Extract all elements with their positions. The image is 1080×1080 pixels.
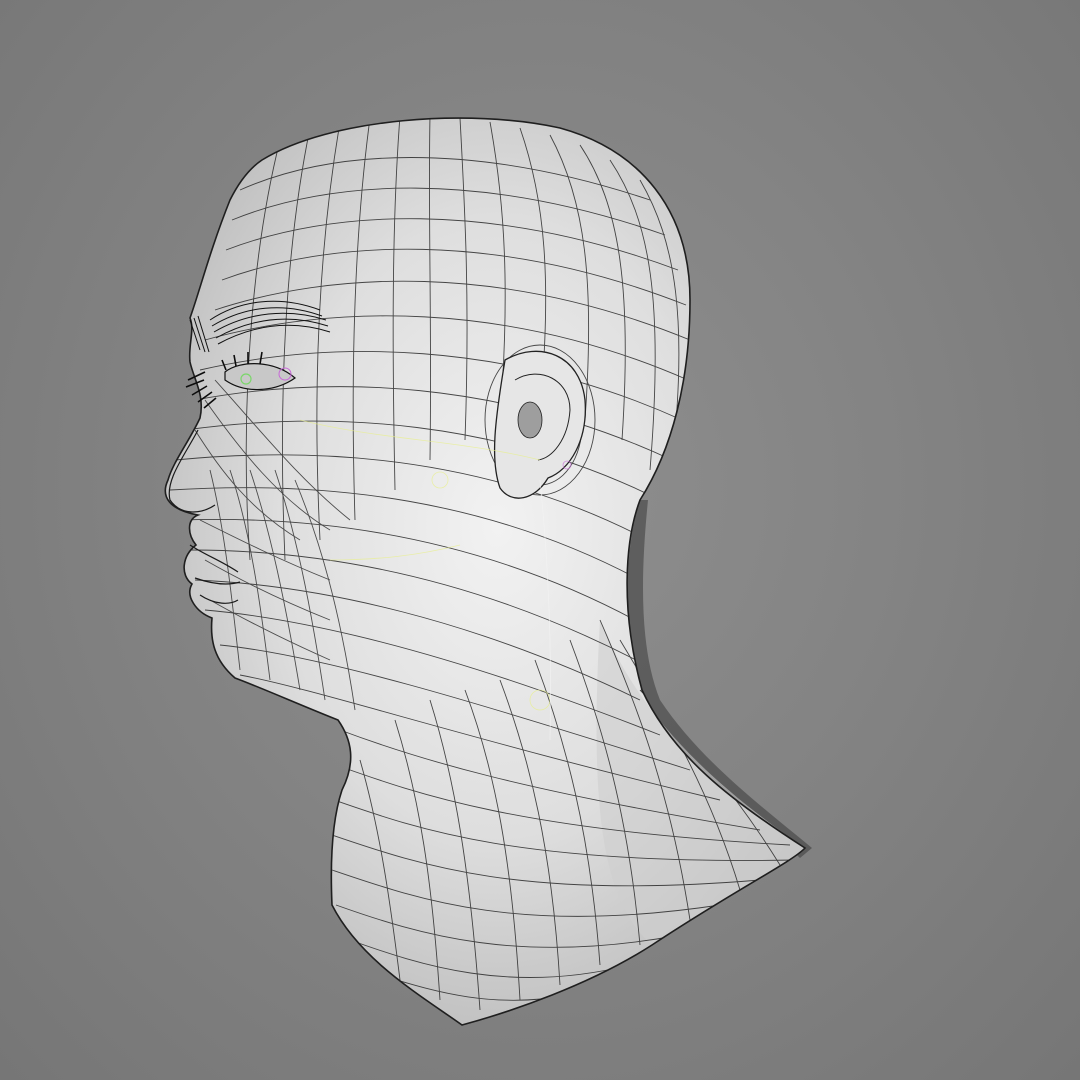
- model-layer[interactable]: [0, 0, 1080, 1080]
- 3d-viewport[interactable]: [0, 0, 1080, 1080]
- head-mesh-render[interactable]: [0, 0, 1080, 1080]
